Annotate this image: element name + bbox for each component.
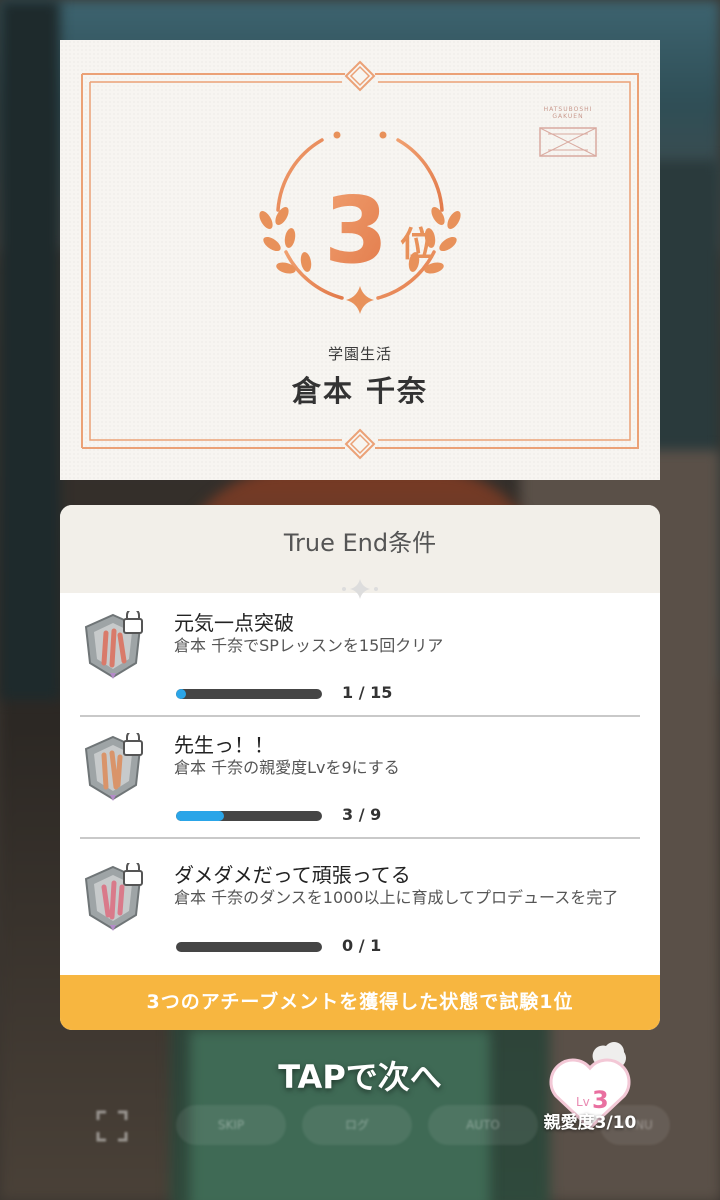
result-card: 3 位 HATSUBOSHI GAKUEN 学園生活 倉本 千奈 bbox=[60, 40, 660, 480]
progress-bar bbox=[176, 689, 322, 699]
result-category: 学園生活 bbox=[327, 345, 392, 363]
idol-name: 倉本 千奈 bbox=[291, 374, 429, 408]
condition-title: 元気一点突破 bbox=[174, 611, 294, 635]
achievement-badge-icon bbox=[84, 733, 143, 801]
skip-button[interactable]: SKIP bbox=[176, 1105, 286, 1145]
achievement-badge-icon bbox=[84, 863, 143, 931]
panel-title: True End条件 bbox=[283, 529, 437, 557]
condition-title: ダメダメだって頑張ってる bbox=[174, 863, 411, 887]
condition-description: 倉本 千奈のダンスを1000以上に育成してプロデュースを完了 bbox=[174, 888, 619, 907]
progress-text: 3 / 9 bbox=[342, 805, 382, 824]
condition-description: 倉本 千奈でSPレッスンを15回クリア bbox=[174, 636, 444, 655]
progress-text: 0 / 1 bbox=[342, 936, 382, 955]
log-button[interactable]: ログ bbox=[302, 1105, 412, 1145]
progress-bar bbox=[176, 942, 322, 952]
condition-title: 先生っ！！ bbox=[174, 733, 274, 757]
condition-description: 倉本 千奈の親愛度Lvを9にする bbox=[174, 758, 400, 777]
true-end-panel: True End条件 元気一点突破 倉本 千奈でSPレッスンを15回クリア 1 … bbox=[60, 505, 660, 1030]
fullscreen-icon[interactable] bbox=[92, 1106, 132, 1146]
rank-number: 3 bbox=[324, 177, 388, 284]
progress-text: 1 / 15 bbox=[342, 683, 393, 702]
affinity-label: 親愛度3/10 bbox=[543, 1113, 637, 1133]
condition-item[interactable]: ダメダメだって頑張ってる 倉本 千奈のダンスを1000以上に育成してプロデュース… bbox=[80, 849, 640, 973]
progress-fill bbox=[176, 811, 225, 821]
requirement-footer: 3つのアチーブメントを獲得した状態で試験1位 bbox=[60, 975, 660, 1030]
progress-fill bbox=[176, 689, 187, 699]
auto-button[interactable]: AUTO bbox=[428, 1105, 538, 1145]
progress-bar bbox=[176, 811, 322, 821]
stamp-text: HATSUBOSHI GAKUEN bbox=[543, 106, 593, 120]
rank-suffix: 位 bbox=[400, 225, 434, 265]
gakuen-stamp: HATSUBOSHI GAKUEN bbox=[532, 106, 604, 164]
stamp-emblem-icon bbox=[539, 127, 597, 157]
condition-item[interactable]: 先生っ！！ 倉本 千奈の親愛度Lvを9にする 3 / 9 bbox=[80, 719, 640, 839]
panel-header: True End条件 bbox=[60, 505, 660, 599]
condition-item[interactable]: 元気一点突破 倉本 千奈でSPレッスンを15回クリア 1 / 15 bbox=[80, 597, 640, 717]
achievement-badge-icon bbox=[84, 611, 143, 679]
affinity-prefix: Lv bbox=[576, 1095, 590, 1109]
